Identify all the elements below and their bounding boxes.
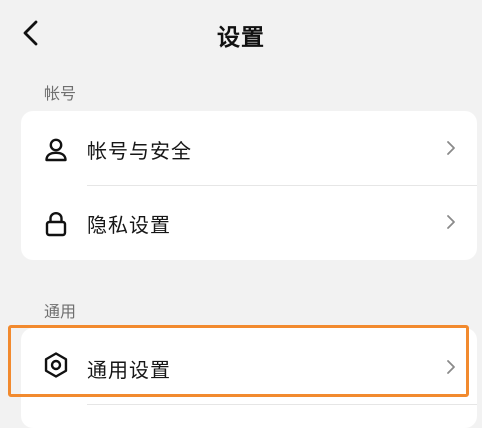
general-card: 通用设置 [21,328,477,428]
section-label-general: 通用 [44,302,77,321]
page-title: 设置 [217,25,265,51]
section-label-account: 帐号 [44,84,77,103]
divider [87,404,477,405]
account-security-item[interactable]: 帐号与安全 [21,111,477,186]
account-security-label: 帐号与安全 [87,139,192,163]
user-icon [41,135,71,165]
lock-icon [41,209,71,239]
chevron-right-icon [443,213,459,231]
top-bar: 设置 [0,0,482,72]
account-card: 帐号与安全 隐私设置 [21,111,477,260]
general-settings-label: 通用设置 [87,358,171,382]
gear-icon [41,350,71,380]
general-settings-item[interactable]: 通用设置 [21,328,477,405]
privacy-settings-item[interactable]: 隐私设置 [21,185,477,260]
chevron-right-icon [443,139,459,157]
chevron-right-icon [443,358,459,376]
privacy-settings-label: 隐私设置 [87,213,171,237]
